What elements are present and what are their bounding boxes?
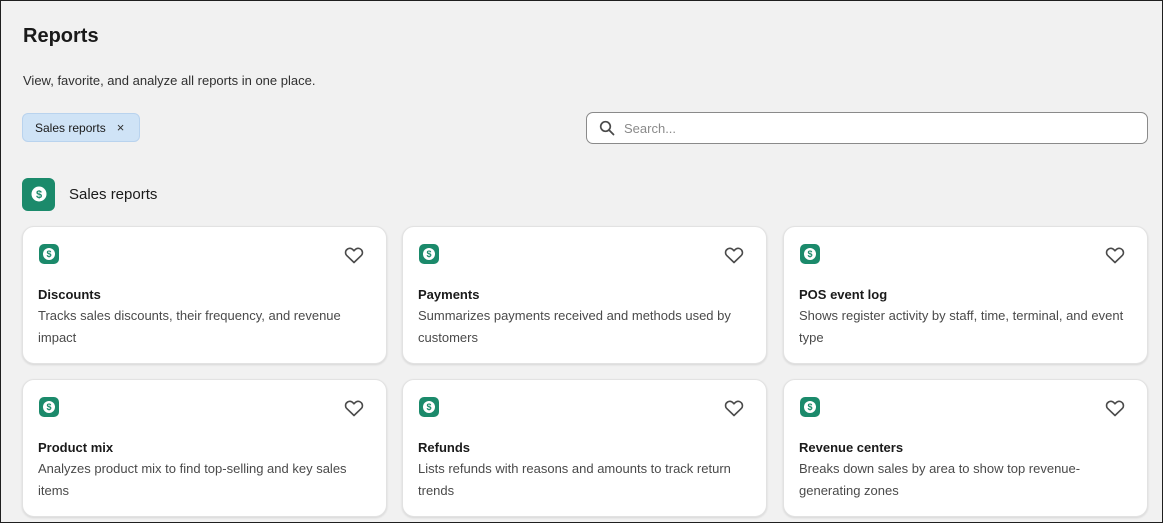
- heart-icon[interactable]: [1105, 399, 1125, 417]
- card-title: Revenue centers: [799, 440, 904, 455]
- svg-text:$: $: [426, 249, 431, 259]
- heart-icon[interactable]: [724, 399, 744, 417]
- card-title: Product mix: [38, 440, 114, 455]
- report-card-payments[interactable]: $ Payments Summarizes payments received …: [402, 226, 767, 364]
- heart-icon[interactable]: [724, 246, 744, 264]
- card-description: Breaks down sales by area to show top re…: [799, 461, 1081, 498]
- search-icon: [599, 120, 615, 136]
- card-title: Refunds: [418, 440, 470, 455]
- search-input[interactable]: [624, 120, 1124, 136]
- card-title: Discounts: [38, 287, 101, 302]
- section-title: Sales reports: [69, 185, 158, 203]
- dollar-icon: $: [419, 244, 439, 264]
- report-card-refunds[interactable]: $ Refunds Lists refunds with reasons and…: [402, 379, 767, 517]
- card-description: Lists refunds with reasons and amounts t…: [418, 461, 731, 498]
- search-box: [586, 112, 1148, 144]
- card-description: Analyzes product mix to find top-selling…: [38, 461, 347, 498]
- card-description: Shows register activity by staff, time, …: [799, 308, 1124, 345]
- card-description: Tracks sales discounts, their frequency,…: [38, 308, 341, 345]
- card-description: Summarizes payments received and methods…: [418, 308, 731, 345]
- filter-chip-sales-reports: Sales reports ×: [22, 113, 140, 142]
- svg-text:$: $: [807, 249, 812, 259]
- filter-chip-label: Sales reports: [35, 120, 106, 135]
- dollar-icon: $: [419, 397, 439, 417]
- dollar-icon: $: [22, 177, 55, 211]
- card-title: POS event log: [799, 287, 888, 302]
- svg-text:$: $: [35, 189, 41, 201]
- heart-icon[interactable]: [1105, 246, 1125, 264]
- dollar-icon: $: [800, 397, 820, 417]
- svg-text:$: $: [807, 402, 812, 412]
- heart-icon[interactable]: [344, 246, 364, 264]
- page-title: Reports: [23, 25, 99, 47]
- reports-page: Reports View, favorite, and analyze all …: [0, 0, 1163, 523]
- svg-text:$: $: [46, 402, 51, 412]
- page-subtitle: View, favorite, and analyze all reports …: [23, 73, 316, 88]
- dollar-icon: $: [39, 244, 59, 264]
- report-card-revenue-centers[interactable]: $ Revenue centers Breaks down sales by a…: [783, 379, 1148, 517]
- report-card-pos-event-log[interactable]: $ POS event log Shows register activity …: [783, 226, 1148, 364]
- heart-icon[interactable]: [344, 399, 364, 417]
- report-card-product-mix[interactable]: $ Product mix Analyzes product mix to fi…: [22, 379, 387, 517]
- close-icon[interactable]: ×: [117, 121, 125, 134]
- card-title: Payments: [418, 287, 480, 302]
- report-card-discounts[interactable]: $ Discounts Tracks sales discounts, thei…: [22, 226, 387, 364]
- dollar-icon: $: [800, 244, 820, 264]
- svg-text:$: $: [46, 249, 51, 259]
- dollar-icon: $: [39, 397, 59, 417]
- section-header-sales-reports: $ Sales reports: [22, 177, 157, 211]
- svg-text:$: $: [426, 402, 431, 412]
